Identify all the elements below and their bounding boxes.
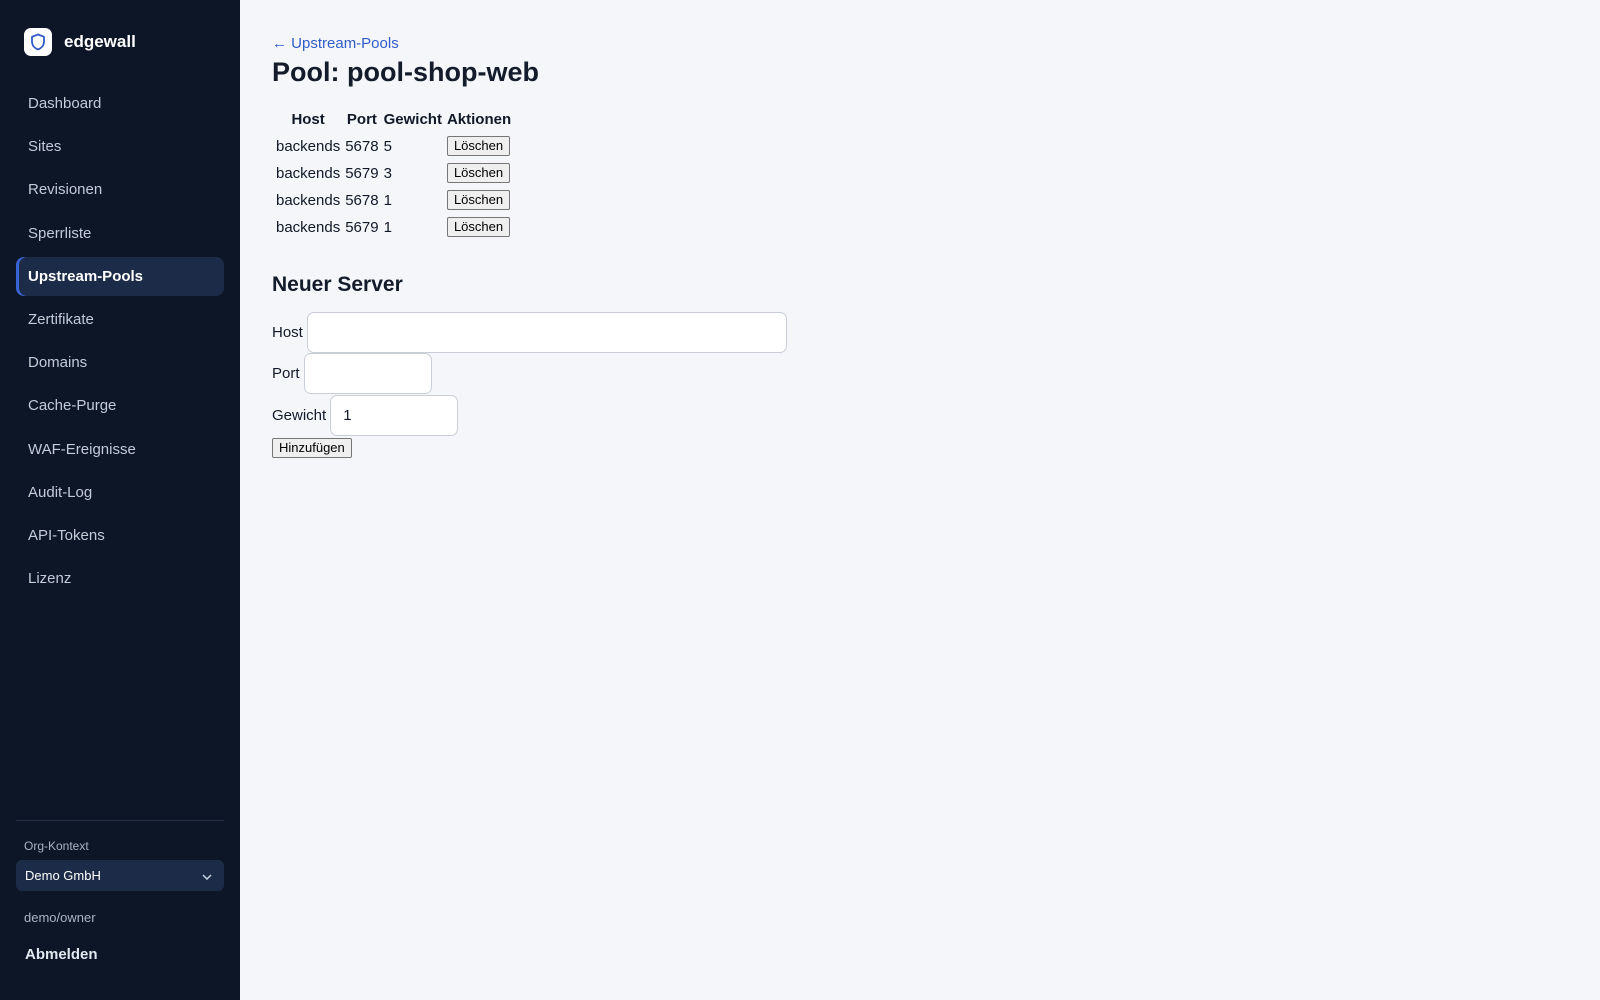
cell-port: 5679 (345, 218, 379, 236)
table-header-row: Host Port Gewicht Aktionen (275, 107, 512, 131)
brand[interactable]: edgewall (24, 28, 136, 56)
cell-host: backends (276, 164, 341, 182)
cell-weight: 1 (383, 191, 392, 209)
cell-host: backends (276, 218, 341, 236)
logout-button[interactable]: Abmelden (25, 946, 98, 963)
sidebar-item-api-tokens[interactable]: API-Tokens (16, 516, 224, 555)
sidebar-item-label: WAF-Ereignisse (28, 440, 136, 458)
delete-button[interactable]: Löschen (446, 217, 511, 237)
sidebar-item-sperrliste[interactable]: Sperrliste (16, 214, 224, 253)
sidebar-item-dashboard[interactable]: Dashboard (16, 84, 224, 123)
column-header-actions: Aktionen (446, 110, 512, 128)
host-label: Host (272, 324, 303, 341)
sidebar-item-domains[interactable]: Domains (16, 343, 224, 382)
sidebar-item-label: Sites (28, 138, 62, 156)
weight-input[interactable] (330, 395, 459, 436)
sidebar-item-zertifikate[interactable]: Zertifikate (16, 300, 224, 339)
shield-icon (24, 28, 52, 56)
org-context-select[interactable]: Demo GmbH (16, 860, 224, 891)
sidebar-item-label: Lizenz (28, 570, 72, 588)
cell-actions: Löschen (446, 161, 512, 185)
sidebar-item-label: Domains (28, 354, 88, 372)
sidebar-item-audit-log[interactable]: Audit-Log (16, 473, 224, 512)
port-row: Port (272, 353, 432, 394)
table-row: backends 5678 1 Löschen (275, 188, 512, 212)
chevron-down-icon (202, 868, 212, 883)
table-row: backends 5678 5 Löschen (275, 134, 512, 158)
column-header-weight: Gewicht (383, 110, 442, 128)
weight-row: Gewicht (272, 395, 459, 436)
sidebar-item-sites[interactable]: Sites (16, 127, 224, 166)
sidebar-item-label: Revisionen (28, 181, 103, 199)
cell-port: 5678 (345, 191, 379, 209)
back-link-upstream-pools[interactable]: ← Upstream-Pools (272, 35, 399, 52)
delete-button[interactable]: Löschen (446, 163, 511, 183)
cell-port: 5678 (345, 137, 379, 155)
sidebar-item-label: Cache-Purge (28, 397, 117, 415)
sidebar-item-upstream-pools[interactable]: Upstream-Pools (16, 256, 224, 296)
column-header-port: Port (346, 110, 377, 128)
table-row: backends 5679 1 Löschen (275, 215, 512, 239)
host-input[interactable] (306, 312, 787, 353)
user-label: demo/owner (24, 910, 96, 925)
port-input[interactable] (303, 353, 432, 394)
new-server-title: Neuer Server (272, 273, 403, 296)
sidebar-item-label: Sperrliste (28, 224, 92, 242)
cell-weight: 3 (383, 164, 392, 182)
cell-port: 5679 (345, 164, 379, 182)
cell-actions: Löschen (446, 188, 512, 212)
sidebar-item-revisionen[interactable]: Revisionen (16, 170, 224, 209)
host-row: Host (272, 312, 787, 353)
delete-button[interactable]: Löschen (446, 190, 511, 210)
sidebar: edgewall Dashboard Sites Revisionen Sper… (0, 0, 240, 1000)
port-label: Port (272, 365, 300, 382)
sidebar-divider (16, 820, 224, 821)
sidebar-item-label: Upstream-Pools (28, 267, 144, 285)
sidebar-item-cache-purge[interactable]: Cache-Purge (16, 386, 224, 425)
cell-actions: Löschen (446, 215, 512, 239)
sidebar-item-label: API-Tokens (28, 526, 105, 544)
page-title: Pool: pool-shop-web (272, 57, 539, 87)
weight-label: Gewicht (272, 407, 327, 424)
cell-weight: 5 (383, 137, 392, 155)
org-context-label: Org-Kontext (24, 839, 89, 853)
sidebar-item-waf-ereignisse[interactable]: WAF-Ereignisse (16, 430, 224, 469)
cell-weight: 1 (383, 218, 392, 236)
cell-host: backends (276, 191, 341, 209)
sidebar-nav: Dashboard Sites Revisionen Sperrliste Up… (16, 84, 224, 602)
sidebar-item-label: Dashboard (28, 95, 102, 112)
table-row: backends 5679 3 Löschen (275, 161, 512, 185)
delete-button[interactable]: Löschen (446, 136, 511, 156)
cell-actions: Löschen (446, 134, 512, 158)
column-header-host: Host (291, 110, 325, 128)
sidebar-item-label: Audit-Log (28, 483, 93, 501)
brand-name: edgewall (64, 32, 136, 51)
sidebar-item-lizenz[interactable]: Lizenz (16, 559, 224, 598)
sidebar-item-label: Zertifikate (28, 310, 94, 328)
cell-host: backends (276, 137, 341, 155)
server-table: Host Port Gewicht Aktionen backends 5678… (272, 104, 515, 242)
org-context-value: Demo GmbH (25, 868, 101, 883)
add-server-button[interactable]: Hinzufügen (272, 438, 352, 458)
